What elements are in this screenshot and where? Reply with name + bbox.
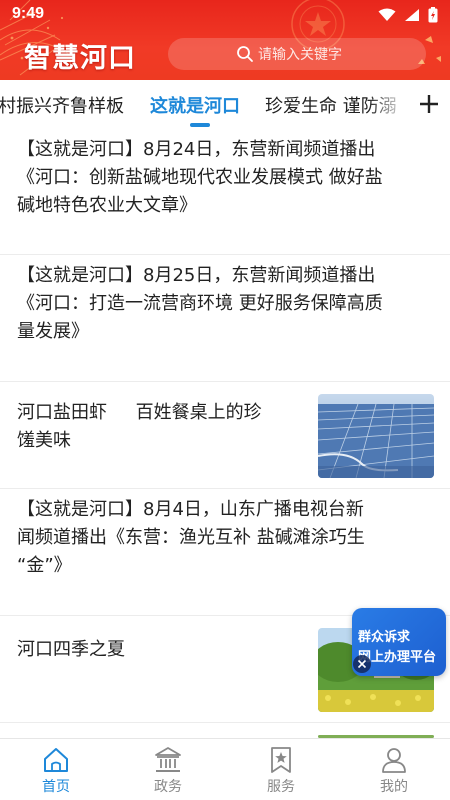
wifi-icon — [378, 8, 396, 21]
government-building-icon — [155, 747, 181, 772]
channel-tabs: 村振兴齐鲁样板 这就是河口 珍爱生命 谨防溺 — [0, 80, 450, 128]
bottom-navigation: 首页 政务 服务 我的 — [0, 738, 450, 800]
nav-government[interactable]: 政务 — [112, 739, 224, 800]
search-placeholder: 请输入关键字 — [258, 47, 342, 63]
news-title: 【这就是河口】8月25日，东营新闻频道播出 《河口：打造一流营商环境 更好服务保… — [17, 265, 383, 342]
nav-label: 服务 — [267, 779, 295, 795]
news-item[interactable]: 【这就是河口】8月25日，东营新闻频道播出 《河口：打造一流营商环境 更好服务保… — [0, 255, 450, 382]
nav-services[interactable]: 服务 — [225, 739, 337, 800]
nav-label: 我的 — [380, 779, 408, 795]
bookmark-star-icon — [271, 747, 291, 773]
nav-mine[interactable]: 我的 — [338, 739, 450, 800]
status-icons — [378, 7, 438, 23]
plus-icon — [420, 95, 438, 113]
close-icon — [357, 659, 367, 669]
search-bar[interactable]: 请输入关键字 — [168, 38, 426, 70]
news-item[interactable]: 【这就是河口】8月4日，山东广播电视台新 闻频道播出《东营：渔光互补 盐碱滩涂巧… — [0, 489, 450, 616]
news-thumbnail — [318, 394, 434, 478]
nav-label: 政务 — [154, 779, 182, 795]
active-tab-indicator — [190, 123, 210, 127]
nav-home[interactable]: 首页 — [0, 739, 112, 800]
nav-label: 首页 — [42, 779, 70, 795]
app-header: 9:49 智慧河口 请输入关键字 — [0, 0, 450, 80]
battery-icon — [428, 7, 438, 23]
tabs-fade — [368, 80, 412, 128]
salt-field-shrimp-ponds-image — [318, 394, 434, 478]
app-title: 智慧河口 — [24, 43, 136, 74]
tab-rural-revitalization[interactable]: 村振兴齐鲁样板 — [0, 92, 124, 118]
status-time: 9:49 — [12, 5, 45, 22]
add-channel-button[interactable] — [408, 80, 450, 128]
news-item[interactable] — [0, 723, 450, 738]
banner-line-1: 群众诉求 — [358, 630, 411, 645]
news-title: 河口四季之夏 — [17, 639, 125, 660]
news-item[interactable]: 河口盐田虾 百姓餐桌上的珍 馐美味 — [0, 382, 450, 489]
news-item[interactable]: 【这就是河口】8月24日，东营新闻频道播出 《河口：创新盐碱地现代农业发展模式 … — [0, 128, 450, 255]
news-title: 【这就是河口】8月4日，山东广播电视台新 闻频道播出《东营：渔光互补 盐碱滩涂巧… — [17, 499, 365, 576]
tab-this-is-hekou[interactable]: 这就是河口 — [150, 92, 240, 118]
home-icon — [44, 748, 68, 772]
status-bar: 9:49 — [0, 4, 450, 26]
news-title: 河口盐田虾 百姓餐桌上的珍 馐美味 — [17, 402, 262, 451]
user-icon — [382, 748, 406, 773]
signal-icon — [405, 9, 419, 21]
search-icon — [237, 46, 253, 62]
news-title: 【这就是河口】8月24日，东营新闻频道播出 《河口：创新盐碱地现代农业发展模式 … — [17, 139, 383, 216]
close-banner-button[interactable] — [353, 655, 371, 673]
